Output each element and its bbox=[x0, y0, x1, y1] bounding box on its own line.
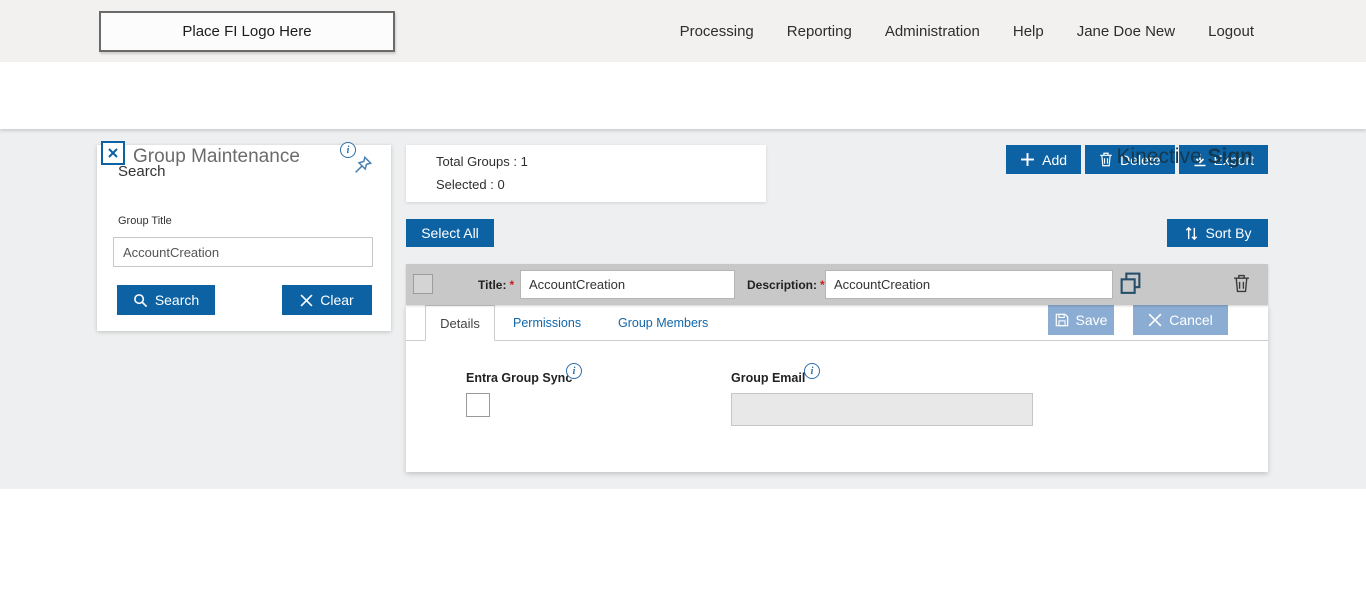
tab-details-label: Details bbox=[440, 316, 480, 331]
description-label-text: Description: bbox=[747, 278, 817, 292]
group-title-field[interactable] bbox=[520, 270, 735, 299]
copy-icon[interactable] bbox=[1118, 271, 1143, 301]
group-email-input[interactable] bbox=[731, 393, 1033, 426]
title-required-mark: * bbox=[509, 278, 514, 292]
save-button[interactable]: Save bbox=[1048, 304, 1114, 335]
search-button[interactable]: Search bbox=[117, 285, 215, 315]
selected-value: 0 bbox=[497, 177, 504, 192]
title-label: Title: * bbox=[478, 264, 514, 305]
select-all-label: Select All bbox=[421, 225, 479, 241]
tab-permissions-label: Permissions bbox=[513, 316, 581, 330]
x-glyph-icon bbox=[107, 147, 119, 159]
nav-reporting[interactable]: Reporting bbox=[787, 23, 852, 40]
group-title-label: Group Title bbox=[118, 215, 172, 227]
tab-permissions[interactable]: Permissions bbox=[513, 305, 581, 341]
title-label-text: Title: bbox=[478, 278, 506, 292]
description-label: Description: * bbox=[747, 264, 825, 305]
cancel-button[interactable]: Cancel bbox=[1133, 304, 1228, 335]
tab-details[interactable]: Details bbox=[425, 305, 495, 341]
sort-by-label: Sort By bbox=[1206, 225, 1252, 241]
group-maintenance-icon bbox=[101, 141, 125, 165]
tabs-bar: Details Permissions Group Members Save bbox=[406, 305, 1268, 341]
top-nav: Processing Reporting Administration Help… bbox=[680, 0, 1254, 62]
search-icon bbox=[133, 293, 148, 308]
tab-group-members-label: Group Members bbox=[618, 316, 708, 330]
search-panel: Search Group Title Search Clear bbox=[97, 145, 391, 331]
total-groups: Total Groups : 1 bbox=[436, 154, 528, 169]
group-email-info-icon[interactable]: i bbox=[804, 363, 820, 379]
nav-processing[interactable]: Processing bbox=[680, 23, 754, 40]
group-row-checkbox[interactable] bbox=[413, 274, 433, 294]
total-groups-label: Total Groups : bbox=[436, 154, 517, 169]
group-title-input[interactable] bbox=[113, 237, 373, 267]
fi-logo-text: Place FI Logo Here bbox=[182, 23, 311, 40]
brand-first: Kinective bbox=[1116, 145, 1201, 168]
save-button-label: Save bbox=[1076, 312, 1108, 328]
selected-label: Selected : bbox=[436, 177, 494, 192]
page-title: Group Maintenance bbox=[133, 146, 300, 168]
nav-help[interactable]: Help bbox=[1013, 23, 1044, 40]
tab-group-members[interactable]: Group Members bbox=[618, 305, 708, 341]
top-bar: Place FI Logo Here Processing Reporting … bbox=[0, 0, 1366, 62]
search-button-label: Search bbox=[155, 292, 199, 308]
page-info-icon[interactable]: i bbox=[340, 142, 356, 158]
nav-user-name[interactable]: Jane Doe New bbox=[1077, 23, 1175, 40]
summary-panel: Total Groups : 1 Selected : 0 bbox=[406, 145, 766, 202]
nav-logout[interactable]: Logout bbox=[1208, 23, 1254, 40]
nav-administration[interactable]: Administration bbox=[885, 23, 980, 40]
cancel-x-icon bbox=[1148, 313, 1162, 327]
plus-icon bbox=[1020, 152, 1035, 167]
row-delete-icon[interactable] bbox=[1233, 274, 1250, 298]
selected-count: Selected : 0 bbox=[436, 177, 505, 192]
sort-arrows-icon bbox=[1184, 226, 1199, 241]
cancel-button-label: Cancel bbox=[1169, 312, 1213, 328]
save-floppy-icon bbox=[1055, 313, 1069, 327]
sort-by-button[interactable]: Sort By bbox=[1167, 219, 1268, 247]
page-header: Group Maintenance i Kinective Sign bbox=[0, 62, 1366, 129]
fi-logo-placeholder: Place FI Logo Here bbox=[99, 11, 395, 52]
clear-x-icon bbox=[300, 294, 313, 307]
group-description-field[interactable] bbox=[825, 270, 1113, 299]
entra-group-sync-label: Entra Group Sync bbox=[466, 371, 572, 385]
group-detail-panel: Details Permissions Group Members Save bbox=[406, 305, 1268, 472]
total-groups-value: 1 bbox=[521, 154, 528, 169]
add-button[interactable]: Add bbox=[1006, 145, 1081, 174]
brand-second: Sign bbox=[1208, 145, 1254, 168]
entra-group-sync-checkbox[interactable] bbox=[466, 393, 490, 417]
select-all-button[interactable]: Select All bbox=[406, 219, 494, 247]
group-row: Title: * Description: * bbox=[406, 264, 1268, 305]
pin-icon[interactable] bbox=[352, 155, 373, 181]
brand-logo: Kinective Sign bbox=[1116, 145, 1253, 169]
description-required-mark: * bbox=[820, 278, 825, 292]
clear-button[interactable]: Clear bbox=[282, 285, 372, 315]
trash-icon bbox=[1099, 152, 1113, 167]
clear-button-label: Clear bbox=[320, 292, 353, 308]
entra-info-icon[interactable]: i bbox=[566, 363, 582, 379]
screen: Place FI Logo Here Processing Reporting … bbox=[0, 0, 1366, 589]
group-email-label: Group Email bbox=[731, 371, 805, 385]
add-button-label: Add bbox=[1042, 152, 1067, 168]
